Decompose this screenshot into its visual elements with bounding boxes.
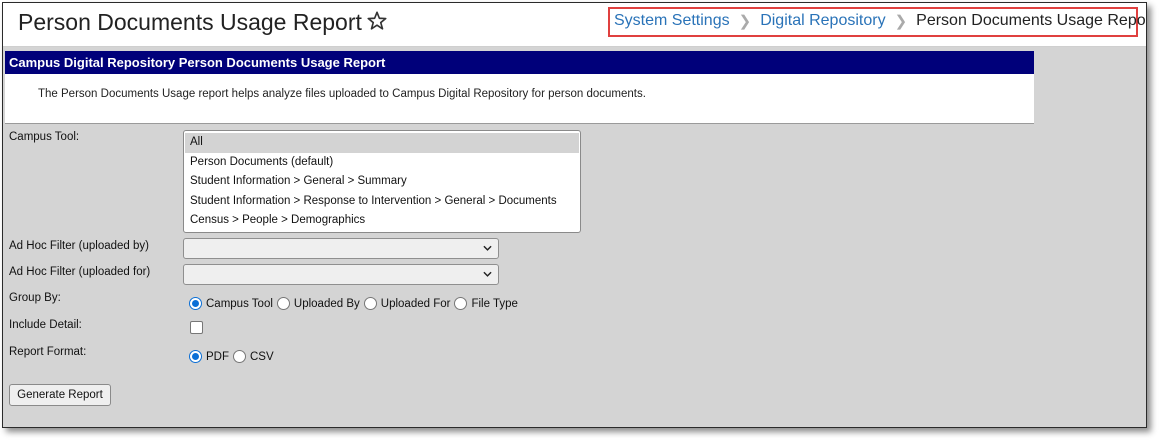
group-by-file-type[interactable]: File Type [454,297,518,310]
report-format-label: Report Format: [9,346,87,358]
radio-button[interactable] [363,297,377,310]
radio-label: Uploaded By [293,297,360,310]
radio-label: CSV [250,350,274,363]
radio-label: Uploaded For [380,297,451,310]
campus-tool-label: Campus Tool: [9,131,80,143]
radio-label: PDF [206,350,229,363]
report-window: Person Documents Usage Report System Set… [2,2,1147,428]
chevron-right-icon: ❯ [738,13,752,30]
star-icon[interactable] [366,10,388,32]
adhoc-uploaded-for-select[interactable] [183,264,499,285]
radio-button[interactable] [454,297,468,310]
report-format-radio-group: PDF CSV [189,350,278,363]
breadcrumb-current-page: Person Documents Usage Report [916,12,1147,29]
panel-title: Campus Digital Repository Person Documen… [5,51,1034,74]
radio-label: File Type [471,297,518,310]
group-by-uploaded-by[interactable]: Uploaded By [276,297,360,310]
group-by-uploaded-for[interactable]: Uploaded For [363,297,451,310]
adhoc-uploaded-for-label: Ad Hoc Filter (uploaded for) [9,266,151,278]
campus-tool-option[interactable]: All [185,133,579,153]
report-form: Campus Digital Repository Person Documen… [5,51,1034,427]
adhoc-uploaded-by-label: Ad Hoc Filter (uploaded by) [9,240,149,252]
radio-button[interactable] [276,297,290,310]
report-format-pdf[interactable]: PDF [189,350,229,363]
chevron-right-icon: ❯ [894,13,908,30]
adhoc-uploaded-by-select[interactable] [183,238,499,259]
radio-button[interactable] [233,350,246,363]
page-title: Person Documents Usage Report [18,9,362,35]
breadcrumb-digital-repository[interactable]: Digital Repository [760,12,885,30]
breadcrumb-system-settings[interactable]: System Settings [614,12,730,30]
generate-report-button[interactable]: Generate Report [9,384,111,406]
panel-description: The Person Documents Usage report helps … [5,74,1034,124]
chevron-down-icon [483,245,492,251]
group-by-label: Group By: [9,292,61,304]
radio-button[interactable] [189,350,202,363]
include-detail-checkbox[interactable] [190,321,203,334]
campus-tool-option[interactable]: Student Information > General > Summary [185,172,579,192]
radio-button[interactable] [189,297,202,310]
campus-tool-option[interactable]: Person Documents (default) [185,153,579,173]
campus-tool-option[interactable]: Census > People > Demographics [185,211,579,231]
group-by-campus-tool[interactable]: Campus Tool [189,297,273,310]
chevron-down-icon [483,271,492,277]
radio-label: Campus Tool [206,297,273,310]
description-text: The Person Documents Usage report helps … [38,88,646,100]
report-format-csv[interactable]: CSV [233,350,274,363]
group-by-radio-group: Campus Tool Uploaded By Uploaded For Fil… [189,297,522,310]
campus-tool-listbox[interactable]: All Person Documents (default) Student I… [183,130,581,233]
include-detail-label: Include Detail: [9,319,82,331]
campus-tool-option[interactable]: Student Information > Response to Interv… [185,192,579,212]
page-header: Person Documents Usage Report System Set… [3,3,1146,47]
breadcrumb: System Settings ❯ Digital Repository ❯ P… [614,12,1147,30]
